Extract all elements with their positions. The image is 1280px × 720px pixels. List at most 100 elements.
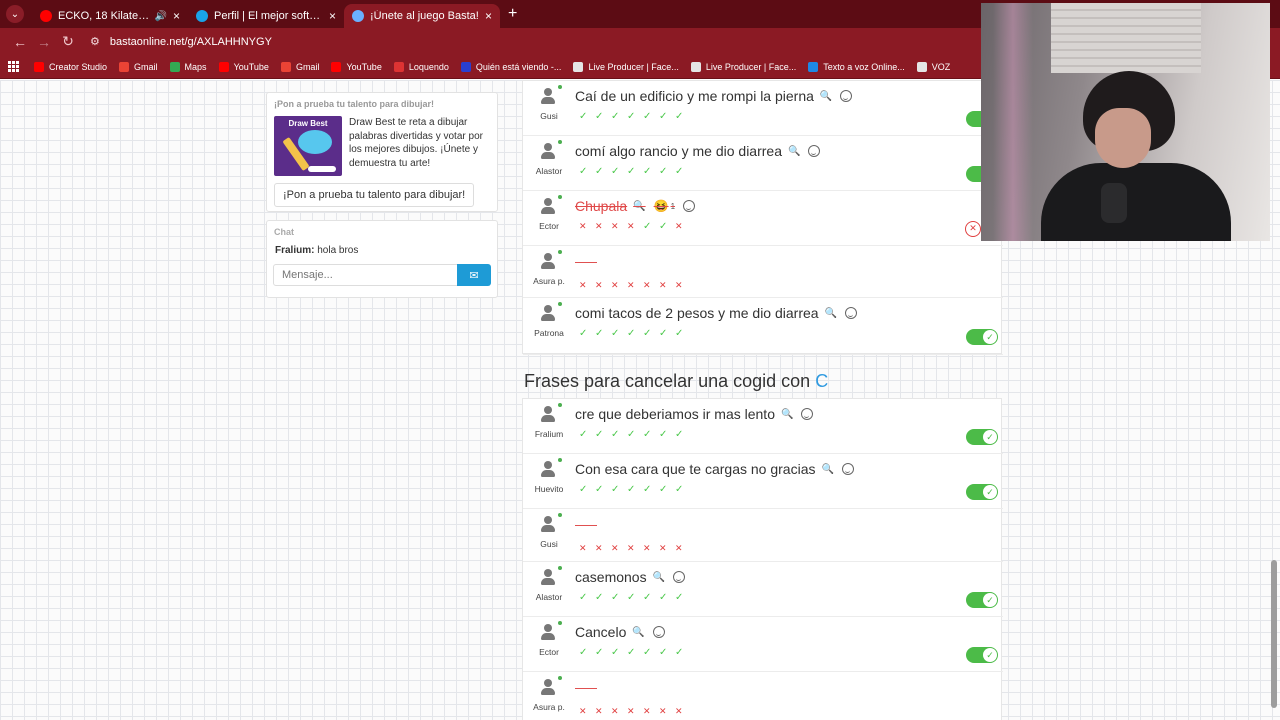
cross-icon: ✕ — [595, 221, 603, 231]
tab-search-button[interactable]: ⌄ — [2, 3, 28, 25]
tab-close-button[interactable]: × — [329, 9, 336, 23]
add-reaction-icon[interactable] — [840, 90, 853, 102]
check-icon: ✓ — [643, 221, 652, 232]
browser-tab[interactable]: Perfil | El mejor software para p × — [188, 4, 344, 28]
bookmark-label: Loquendo — [408, 61, 449, 72]
add-reaction-icon[interactable] — [801, 408, 814, 420]
search-icon[interactable]: 🔍 — [781, 409, 793, 420]
check-icon: ✓ — [643, 166, 652, 177]
chat-message-user: Fralium: — [275, 245, 315, 256]
user-avatar-icon — [539, 85, 562, 105]
check-icon: ✓ — [627, 484, 636, 495]
youtube-icon — [218, 61, 229, 72]
bookmark-item[interactable]: Loquendo — [393, 61, 449, 72]
bookmark-item[interactable]: Texto a voz Online... — [808, 61, 905, 72]
approve-toggle[interactable] — [966, 483, 998, 500]
bookmark-item[interactable]: Live Producer | Face... — [690, 61, 796, 72]
bookmark-item[interactable]: Maps — [169, 61, 207, 72]
browser-tab[interactable]: ¡Únete al juego Basta! × — [344, 4, 500, 28]
url-field[interactable]: ⚙ bastaonline.net/g/AXLAHHNYGY — [90, 35, 272, 49]
rejected-icon[interactable]: ✕ — [965, 220, 981, 237]
add-reaction-icon[interactable] — [683, 200, 696, 212]
search-icon[interactable]: 🔍 — [820, 91, 832, 102]
user-avatar-icon — [539, 140, 562, 160]
check-icon: ✓ — [611, 111, 620, 122]
search-icon[interactable]: 🔍 — [653, 572, 665, 583]
answer-row: Ector Chupala 🔍 😆 1 ✕ ✕ ✕ ✕ ✓ ✓ ✕ ✕ — [523, 191, 1003, 246]
answer-text-value: casemonos — [575, 569, 647, 585]
promo-button[interactable]: ¡Pon a prueba tu talento para dibujar! — [274, 183, 475, 207]
add-reaction-icon[interactable] — [673, 571, 686, 583]
approve-toggle[interactable] — [966, 591, 998, 608]
cross-icon: ✕ — [579, 543, 587, 553]
search-icon[interactable]: 🔍 — [633, 201, 645, 212]
bookmark-item[interactable]: Quién está viendo -... — [460, 61, 561, 72]
back-button[interactable]: ← — [8, 34, 32, 50]
answer-text-value: comí algo rancio y me dio diarrea — [575, 143, 782, 159]
add-reaction-icon[interactable] — [841, 463, 854, 475]
gmail-icon — [280, 61, 291, 72]
check-icon: ✓ — [611, 166, 620, 177]
answer-text-value: Cancelo — [575, 624, 627, 640]
category-title-text: Frases para cancelar una cogid con — [524, 371, 811, 391]
vote-marks: ✕ ✕ ✕ ✕ ✕ ✕ ✕ — [579, 543, 691, 554]
check-icon: ✓ — [675, 484, 684, 495]
speaker-icon[interactable]: 🔊 — [155, 11, 167, 22]
answer-text: casemonos 🔍 — [575, 569, 686, 585]
bookmark-item[interactable]: Live Producer | Face... — [573, 61, 679, 72]
user-avatar-icon — [539, 195, 562, 215]
answers-panel-1: Gusi Caí de un edificio y me rompi la pie… — [522, 80, 1003, 355]
bookmark-item[interactable]: Creator Studio — [34, 61, 107, 72]
chat-send-button[interactable]: ✉ — [457, 264, 491, 286]
promo-image[interactable]: Draw Best — [274, 116, 342, 176]
site-info-icon[interactable]: ⚙ — [90, 35, 100, 48]
answer-row: Patrona comi tacos de 2 pesos y me dio di… — [523, 298, 1003, 355]
url-text: bastaonline.net/g/AXLAHHNYGY — [109, 35, 272, 48]
answer-row: Fralium cre que deberiamos ir mas lento 🔍 ✓… — [523, 399, 1003, 454]
add-reaction-icon[interactable] — [845, 307, 858, 319]
cross-icon: ✕ — [595, 280, 603, 290]
bookmark-label: VOZ — [931, 61, 951, 72]
page-scrollbar[interactable] — [1271, 560, 1277, 708]
tab-close-button[interactable]: × — [485, 9, 492, 23]
add-reaction-icon[interactable] — [808, 145, 821, 157]
forward-button[interactable]: → — [32, 34, 56, 50]
user-avatar-icon — [539, 250, 562, 270]
tab-favicon-icon — [40, 10, 52, 22]
bookmark-item[interactable]: YouTube — [218, 61, 269, 72]
page-icon — [690, 61, 701, 72]
promo-title: ¡Pon a prueba tu talento para dibujar! — [274, 99, 435, 109]
new-tab-button[interactable]: + — [508, 5, 517, 23]
tab-close-button[interactable]: × — [173, 9, 180, 23]
bookmark-item[interactable]: Gmail — [280, 61, 319, 72]
search-icon[interactable]: 🔍 — [825, 308, 837, 319]
approve-toggle[interactable] — [966, 646, 998, 663]
approve-toggle[interactable] — [966, 428, 998, 445]
answer-text-value: cre que deberiamos ir mas lento — [575, 406, 775, 422]
promo-card: ¡Pon a prueba tu talento para dibujar! D… — [266, 92, 498, 212]
check-icon: ✓ — [675, 429, 684, 440]
check-icon: ✓ — [675, 166, 684, 177]
cross-icon: ✕ — [595, 706, 603, 716]
emoji-reaction[interactable]: 😆 1 — [654, 199, 675, 213]
approve-toggle[interactable] — [966, 328, 998, 345]
empty-answer-dash — [575, 262, 597, 263]
chat-input[interactable] — [273, 264, 458, 286]
check-icon: ✓ — [675, 592, 684, 603]
bookmark-item[interactable]: Gmail — [119, 61, 158, 72]
answer-text-value: comi tacos de 2 pesos y me dio diarrea — [575, 305, 819, 321]
apps-grid-icon[interactable] — [8, 60, 20, 73]
bookmark-item[interactable]: VOZ — [916, 61, 951, 72]
search-icon[interactable]: 🔍 — [632, 627, 644, 638]
cross-icon: ✕ — [595, 543, 603, 553]
check-icon: ✓ — [579, 647, 588, 658]
search-icon[interactable]: 🔍 — [788, 146, 800, 157]
browser-tab[interactable]: ECKO, 18 Kilates, Peipper - M 🔊 × — [32, 4, 188, 28]
search-icon[interactable]: 🔍 — [821, 464, 833, 475]
add-reaction-icon[interactable] — [652, 626, 665, 638]
bookmark-item[interactable]: YouTube — [331, 61, 382, 72]
loquendo-icon — [393, 61, 404, 72]
check-icon: ✓ — [595, 328, 604, 339]
reload-button[interactable]: ↻ — [56, 33, 80, 50]
cross-icon: ✕ — [675, 221, 683, 231]
